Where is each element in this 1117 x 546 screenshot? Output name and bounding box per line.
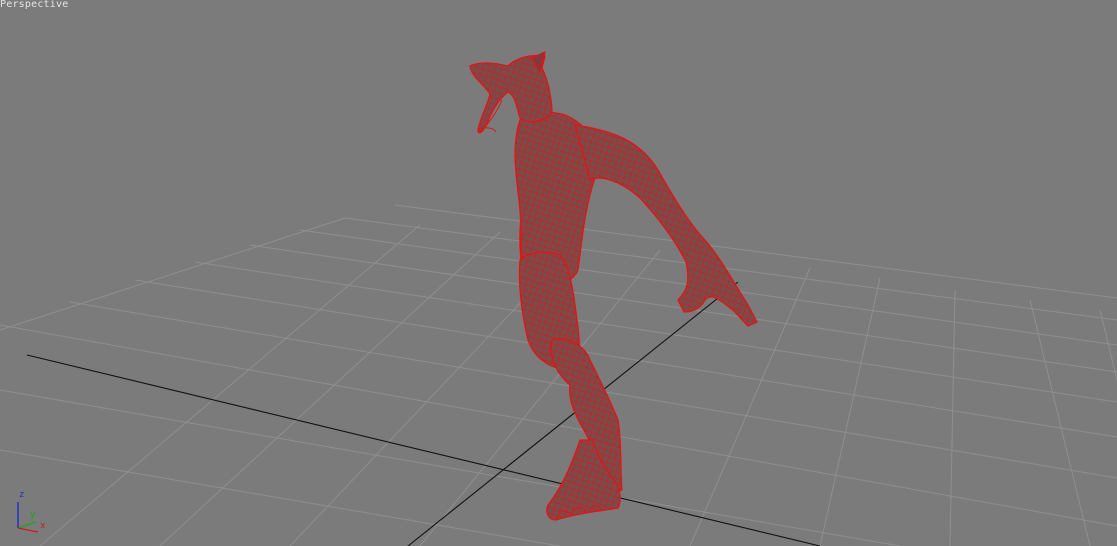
- y-axis-label: y: [30, 510, 36, 520]
- mesh-right-arm: [574, 124, 758, 327]
- creature-mesh: [469, 51, 758, 521]
- y-axis-line: [17, 521, 37, 529]
- viewport-label[interactable]: Perspective: [0, 0, 68, 10]
- x-axis-label: x: [40, 521, 46, 531]
- world-axis-lines: [26, 281, 821, 546]
- perspective-viewport[interactable]: Perspective z y x: [0, 0, 1117, 546]
- scene-canvas[interactable]: [0, 0, 1117, 546]
- x-axis-line: [17, 527, 39, 533]
- z-axis-label: z: [19, 490, 24, 500]
- axis-tripod-gizmo: z y x: [17, 490, 46, 533]
